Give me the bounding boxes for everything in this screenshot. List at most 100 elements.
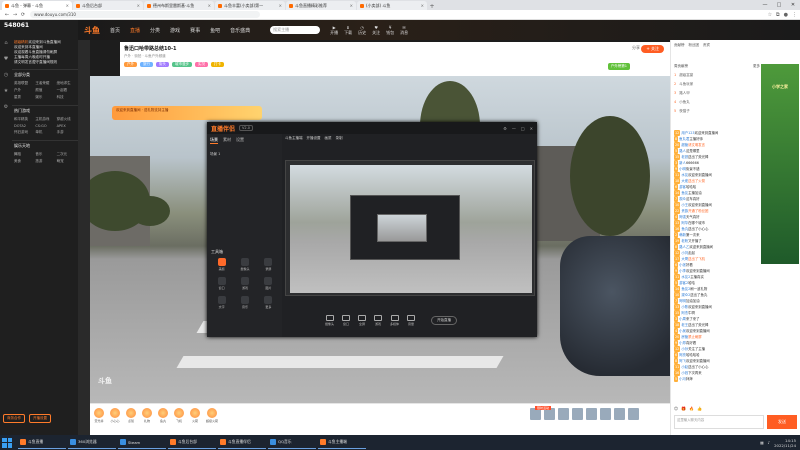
chat-username[interactable]: 阿明 [679, 299, 686, 303]
chat-username[interactable]: 路人乙 [679, 245, 689, 249]
sidebar-category-item[interactable]: APEX [57, 124, 76, 128]
taskbar-app[interactable]: 360浏览器 [68, 436, 116, 449]
minimize-icon[interactable]: — [512, 126, 516, 131]
app-topbar-item[interactable]: 画质 [325, 136, 332, 141]
app-bottom-button[interactable]: 摄像头 [325, 314, 334, 326]
gift-item[interactable]: 荧光棒 [94, 408, 104, 423]
right-panel-tab[interactable]: 贵宾 [703, 43, 710, 48]
sidebar-category-item[interactable]: 王者荣耀 [35, 81, 54, 86]
tab-close-icon[interactable]: × [206, 3, 211, 8]
sidebar-category-item[interactable]: 娱乐 [35, 95, 54, 100]
gear-icon[interactable]: ⚙ [4, 104, 8, 110]
room-tag[interactable]: 打卡 [211, 62, 224, 67]
clock[interactable]: 14:15 2022/11/24 [774, 438, 796, 448]
chat-username[interactable]: 游客2 [679, 281, 688, 285]
header-icon-button[interactable]: ▶ 开播 [330, 25, 338, 36]
sidebar-category-item[interactable]: 手游 [57, 130, 76, 135]
chat-username[interactable]: 观众 [679, 197, 686, 201]
heart-icon[interactable]: ♥ [4, 56, 8, 62]
app-tab[interactable]: 场景 [210, 137, 218, 144]
tab-close-icon[interactable]: × [419, 3, 424, 8]
home-icon[interactable]: ⌂ [4, 40, 7, 46]
taskbar-app[interactable]: 斗鱼直播 [18, 436, 66, 449]
settings-icon[interactable]: ⚙ [503, 126, 507, 131]
menu-icon[interactable]: ⋮ [792, 12, 797, 18]
sidebar-category-item[interactable]: 绝地求生 [57, 81, 76, 86]
chat-username[interactable]: 新人 [679, 161, 686, 165]
nav-item[interactable]: 首页 [110, 27, 120, 34]
sidebar-category-item[interactable]: 怀旧游戏 [14, 130, 33, 135]
chat-tool-icon[interactable]: 😊 [674, 406, 678, 411]
chat-username[interactable]: 水友2 [681, 275, 690, 279]
chat-username[interactable]: 阿亮 [679, 353, 686, 357]
sidebar-category-item[interactable]: 户外 [14, 88, 33, 93]
forward-icon[interactable]: → [11, 12, 19, 18]
gift-thumb[interactable] [600, 408, 611, 420]
nav-item[interactable]: 直播 [130, 27, 140, 34]
maximize-icon[interactable]: □ [521, 126, 525, 131]
app-preview[interactable] [285, 160, 535, 296]
toolbox-item[interactable]: 文字 [211, 296, 232, 309]
ad-banner[interactable]: 小学之家 [761, 64, 799, 264]
right-panel-tab[interactable]: 粉丝团 [689, 43, 700, 48]
chat-username[interactable]: 用户123 [681, 131, 694, 135]
chat-username[interactable]: 鱼丸君 [679, 137, 689, 141]
sidebar-category-item[interactable]: 二次元 [57, 152, 76, 157]
tab-close-icon[interactable]: × [135, 3, 140, 8]
chat-username[interactable]: 小李 [679, 269, 686, 273]
chat-tool-icon[interactable]: 🔥 [689, 406, 694, 411]
taskbar-app[interactable]: 斗鱼后台部 [168, 436, 216, 449]
rank-row[interactable]: 2 斗鱼玩家 [674, 82, 760, 87]
app-topbar-item[interactable]: 录制 [336, 136, 343, 141]
scene-item[interactable]: 场景 1 [210, 152, 279, 157]
header-icon-button[interactable]: ◷ 历史 [358, 25, 366, 36]
sidebar-category-item[interactable]: 美食 [14, 159, 33, 164]
sidebar-category-item[interactable]: 和平精英 [14, 117, 33, 122]
gift-item[interactable]: 礼物 [142, 408, 152, 423]
star-icon[interactable]: ★ [4, 88, 8, 94]
search-input[interactable]: 搜索主播 [270, 26, 321, 34]
browser-tab[interactable]: 斗鱼直播精彩推荐 × [286, 1, 356, 10]
taskbar-app[interactable]: 斗鱼直播伴侣 [218, 436, 266, 449]
gift-item[interactable]: 火箭 [190, 408, 200, 423]
chat-username[interactable]: 小明 [679, 167, 686, 171]
rank-more-link[interactable]: 更多 [753, 64, 760, 69]
browser-tab[interactable]: (小卖部) 斗鱼 × [357, 1, 427, 10]
tab-close-icon[interactable]: × [64, 3, 69, 8]
app-topbar-item[interactable]: 开播设置 [307, 136, 321, 141]
chat-tool-icon[interactable]: 🎁 [681, 406, 686, 411]
site-logo[interactable]: 斗鱼 [84, 25, 100, 36]
sidebar-category-item[interactable]: 主机游戏 [35, 117, 54, 122]
right-panel-tab[interactable]: 贡献榜 [674, 43, 685, 48]
chat-input[interactable]: 这里输入聊天内容 [674, 415, 764, 429]
tab-close-icon[interactable]: × [348, 3, 353, 8]
sidebar-category-item[interactable]: 科技 [57, 95, 76, 100]
app-topbar-item[interactable]: 斗鱼主播端 [285, 136, 303, 141]
sidebar-category-item[interactable]: 旅游 [35, 159, 54, 164]
app-bottom-button[interactable]: 音量 [407, 314, 416, 326]
gift-item[interactable]: 超级火箭 [206, 408, 218, 423]
volume-icon[interactable]: ♪ [768, 440, 770, 445]
app-bottom-button[interactable]: 窗口 [342, 314, 351, 326]
toolbox-item[interactable]: 音乐 [234, 296, 255, 309]
gift-item[interactable]: 点赞 [126, 408, 136, 423]
star-icon[interactable]: ☆ [768, 12, 772, 18]
gift-thumb[interactable] [558, 408, 569, 420]
gift-thumb[interactable] [586, 408, 597, 420]
gift-item[interactable]: 小心心 [110, 408, 120, 423]
chat-username[interactable]: 阿飞 [679, 359, 686, 363]
room-tag[interactable]: 实况 [195, 62, 208, 67]
nav-item[interactable]: 分类 [150, 27, 160, 34]
sidebar-category-item[interactable]: 萌宠 [57, 159, 76, 164]
gift-item[interactable]: 飞机 [174, 408, 184, 423]
maximize-icon[interactable]: □ [772, 0, 786, 10]
browser-tab[interactable]: 德州布斯里雷斯基·斗鱼 × [144, 1, 214, 10]
app-bottom-button[interactable]: 全屏 [358, 314, 367, 326]
tab-close-icon[interactable]: × [277, 3, 282, 8]
header-icon-button[interactable]: ♥ 关注 [372, 25, 380, 36]
sidebar-category-item[interactable]: 一起看 [57, 88, 76, 93]
reload-icon[interactable]: ⟳ [19, 12, 27, 18]
rank-row[interactable]: 1 超级富豪 [674, 73, 760, 78]
sidebar-category-item[interactable]: 英雄联盟 [14, 81, 33, 86]
gift-item[interactable]: 鱼丸 [158, 408, 168, 423]
